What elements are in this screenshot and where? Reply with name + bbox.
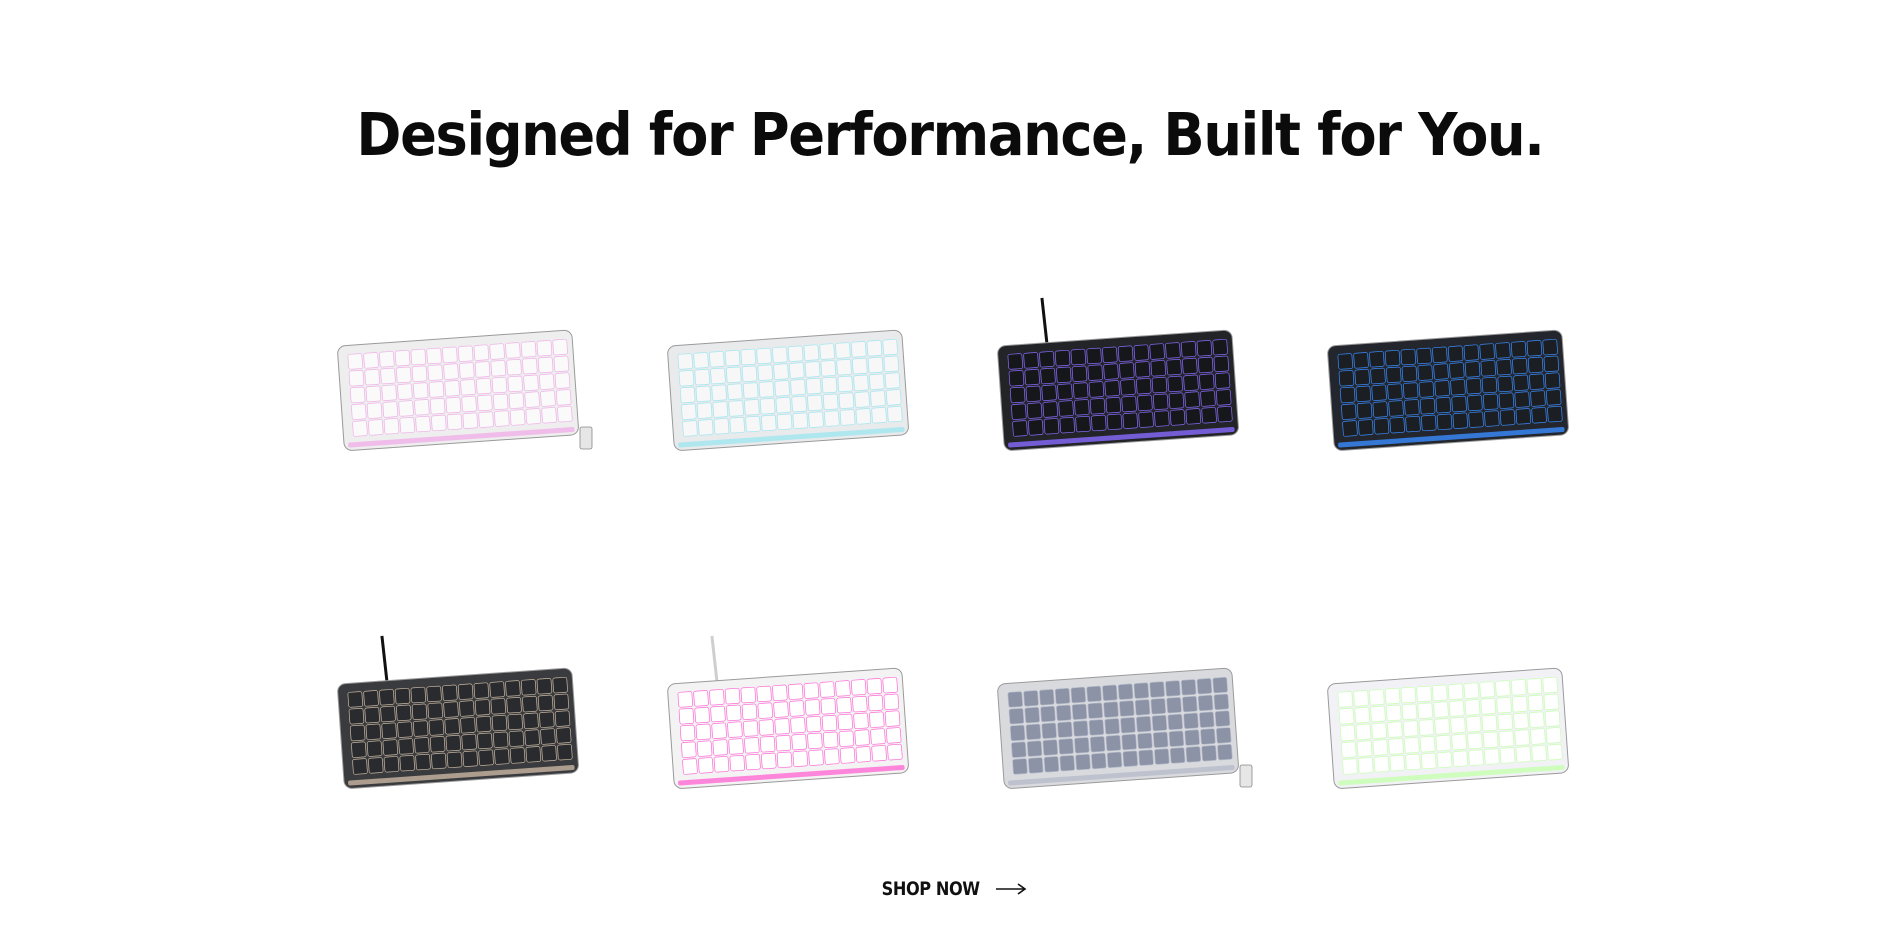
product-card-7[interactable] xyxy=(980,600,1280,840)
product-showcase-section: Designed for Performance, Built for You.… xyxy=(0,0,1900,950)
white-rgb-tkl-keyboard-icon xyxy=(337,329,593,451)
white-rgb-60-keyboard-icon xyxy=(667,635,909,789)
black-tkl-keyboard-icon xyxy=(997,297,1239,451)
white-rgb-65-keyboard-icon xyxy=(1327,667,1569,789)
product-card-8[interactable] xyxy=(1310,600,1610,840)
black-beige-65-keyboard-icon xyxy=(337,635,579,789)
product-card-3[interactable] xyxy=(980,262,1280,502)
product-card-2[interactable] xyxy=(650,262,950,502)
product-card-1[interactable] xyxy=(320,262,620,502)
product-card-5[interactable] xyxy=(320,600,620,840)
grey-knob-keyboard-icon xyxy=(997,667,1253,789)
white-compact-keyboard-icon xyxy=(667,329,909,451)
product-card-6[interactable] xyxy=(650,600,950,840)
section-title: Designed for Performance, Built for You. xyxy=(356,100,1545,169)
shop-now-label: SHOP NOW xyxy=(881,878,980,900)
shop-now-container: SHOP NOW xyxy=(0,878,1900,900)
product-card-4[interactable] xyxy=(1310,262,1610,502)
arrow-right-icon xyxy=(995,883,1027,895)
black-blue-led-keyboard-icon xyxy=(1327,329,1569,451)
shop-now-link[interactable]: SHOP NOW xyxy=(873,878,1027,900)
